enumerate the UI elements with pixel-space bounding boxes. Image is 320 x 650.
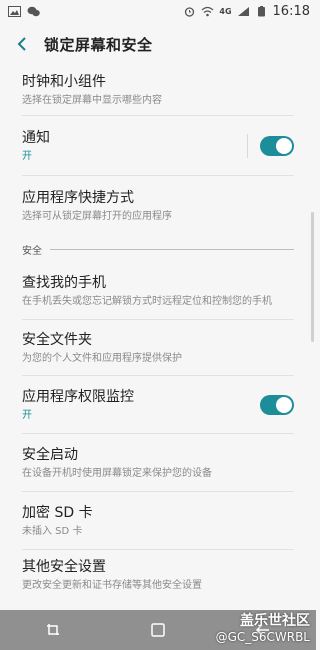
page-title: 锁定屏幕和安全 bbox=[44, 35, 153, 54]
watermark: 盖乐世社区 @GC_S6CWRBL bbox=[216, 610, 310, 644]
item-subtitle: 未插入 SD 卡 bbox=[22, 525, 83, 537]
item-title: 时钟和小组件 bbox=[22, 73, 106, 90]
app-permission-monitor-item[interactable]: 应用程序权限监控 开 bbox=[0, 376, 316, 434]
notifications-toggle[interactable] bbox=[260, 136, 294, 156]
item-subtitle: 在设备开机时使用屏幕锁定来保护您的设备 bbox=[22, 467, 212, 479]
item-title: 安全启动 bbox=[22, 446, 78, 463]
wifi-icon bbox=[201, 6, 214, 16]
wechat-icon bbox=[27, 6, 40, 16]
item-title: 应用程序权限监控 bbox=[22, 388, 134, 405]
app-bar: 锁定屏幕和安全 bbox=[0, 24, 316, 64]
item-subtitle: 为您的个人文件和应用程序提供保护 bbox=[22, 352, 182, 364]
signal-icon bbox=[237, 6, 249, 16]
alarm-icon bbox=[185, 6, 195, 17]
section-header-security: 安全 bbox=[0, 236, 316, 262]
notifications-item[interactable]: 通知 开 bbox=[0, 116, 316, 176]
item-title: 其他安全设置 bbox=[22, 558, 106, 575]
other-security-settings-item[interactable]: 其他安全设置 更改安全更新和证书存储等其他安全设置 bbox=[0, 550, 316, 600]
status-bar: 4G 16:18 bbox=[0, 0, 316, 22]
find-my-phone-item[interactable]: 查找我的手机 在手机丢失或您忘记解锁方式时远程定位和控制您的手机 bbox=[0, 262, 316, 320]
recent-apps-button[interactable] bbox=[42, 619, 64, 641]
watermark-line2: @GC_S6CWRBL bbox=[215, 630, 310, 644]
item-subtitle: 开 bbox=[22, 409, 32, 421]
chevron-left-icon bbox=[17, 37, 26, 51]
separator bbox=[247, 134, 248, 158]
section-line bbox=[50, 248, 294, 250]
item-subtitle: 在手机丢失或您忘记解锁方式时远程定位和控制您的手机 bbox=[22, 295, 272, 307]
item-subtitle: 选择可从锁定屏幕打开的应用程序 bbox=[22, 210, 172, 222]
section-label: 安全 bbox=[22, 245, 42, 257]
home-icon bbox=[151, 623, 165, 637]
item-title: 安全文件夹 bbox=[22, 331, 92, 348]
network-label: 4G bbox=[219, 6, 232, 16]
encrypt-sd-card-item[interactable]: 加密 SD 卡 未插入 SD 卡 bbox=[0, 492, 316, 550]
item-title: 查找我的手机 bbox=[22, 274, 106, 291]
item-title: 加密 SD 卡 bbox=[22, 504, 93, 521]
app-shortcuts-item[interactable]: 应用程序快捷方式 选择可从锁定屏幕打开的应用程序 bbox=[0, 176, 316, 236]
scrollbar[interactable] bbox=[311, 212, 314, 342]
secure-folder-item[interactable]: 安全文件夹 为您的个人文件和应用程序提供保护 bbox=[0, 320, 316, 376]
watermark-line1: 盖乐世社区 bbox=[240, 613, 310, 629]
home-button[interactable] bbox=[147, 619, 169, 641]
item-title: 应用程序快捷方式 bbox=[22, 189, 134, 206]
settings-list: 时钟和小组件 选择在锁定屏幕中显示哪些内容 通知 开 应用程序快捷方式 选择可从… bbox=[0, 64, 316, 600]
item-subtitle: 选择在锁定屏幕中显示哪些内容 bbox=[22, 94, 162, 106]
image-icon bbox=[8, 5, 21, 17]
clock: 16:18 bbox=[272, 3, 310, 19]
secure-startup-item[interactable]: 安全启动 在设备开机时使用屏幕锁定来保护您的设备 bbox=[0, 434, 316, 492]
item-subtitle: 更改安全更新和证书存储等其他安全设置 bbox=[22, 579, 202, 591]
permission-monitor-toggle[interactable] bbox=[260, 395, 294, 415]
recent-apps-icon bbox=[46, 624, 59, 635]
battery-icon bbox=[257, 5, 265, 16]
clock-widgets-item[interactable]: 时钟和小组件 选择在锁定屏幕中显示哪些内容 bbox=[0, 64, 316, 116]
back-button[interactable] bbox=[0, 24, 44, 64]
